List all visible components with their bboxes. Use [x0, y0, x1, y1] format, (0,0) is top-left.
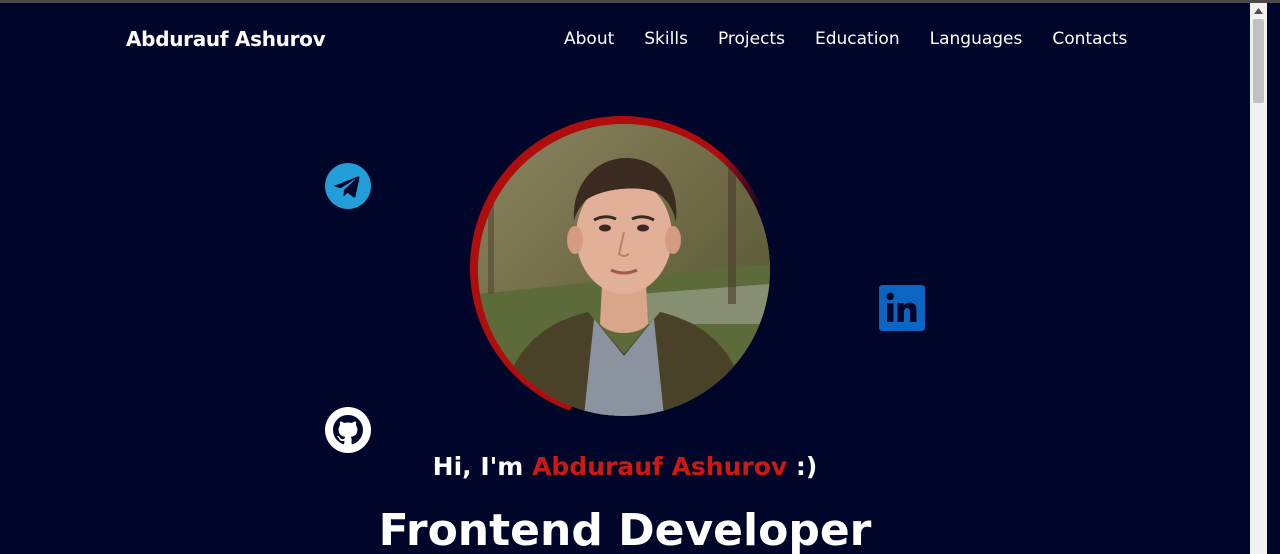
hero-role: Frontend Developer: [378, 505, 872, 554]
telegram-link[interactable]: [324, 162, 372, 210]
greeting-prefix: Hi, I'm: [432, 452, 533, 481]
main-nav: About Skills Projects Education Language…: [564, 29, 1127, 49]
github-link[interactable]: [324, 406, 372, 454]
right-gutter: [1267, 3, 1280, 554]
greeting-name: Abdurauf Ashurov: [532, 452, 788, 481]
profile-photo: [478, 124, 770, 416]
vertical-scrollbar[interactable]: [1250, 3, 1267, 554]
telegram-icon: [325, 163, 371, 209]
nav-about[interactable]: About: [564, 29, 614, 49]
linkedin-link[interactable]: [878, 284, 926, 332]
site-brand[interactable]: Abdurauf Ashurov: [126, 27, 326, 51]
nav-skills[interactable]: Skills: [644, 29, 688, 49]
hero-greeting: Hi, I'm Abdurauf Ashurov :): [0, 452, 1250, 481]
page: Abdurauf Ashurov About Skills Projects E…: [0, 3, 1250, 554]
avatar: [478, 124, 770, 416]
scrollbar-thumb[interactable]: [1253, 19, 1264, 103]
nav-languages[interactable]: Languages: [930, 29, 1023, 49]
nav-education[interactable]: Education: [815, 29, 900, 49]
nav-contacts[interactable]: Contacts: [1052, 29, 1127, 49]
avatar-ring: [470, 116, 774, 420]
linkedin-icon: [879, 285, 925, 331]
nav-projects[interactable]: Projects: [718, 29, 785, 49]
github-icon: [325, 407, 371, 453]
greeting-suffix: :): [787, 452, 818, 481]
scroll-up-arrow-icon[interactable]: [1250, 3, 1267, 18]
